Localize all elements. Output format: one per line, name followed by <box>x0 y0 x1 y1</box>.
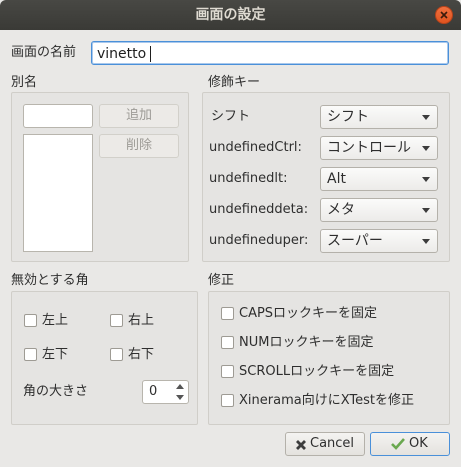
chevron-down-icon <box>422 177 430 182</box>
top-left-label: 左上 <box>42 313 69 328</box>
corner-size-value: 0 <box>149 384 158 399</box>
bottom-left-label: 左下 <box>42 347 69 362</box>
dead-corners-section-title: 無効とする角 <box>11 273 89 288</box>
top-left-checkbox[interactable] <box>24 314 37 327</box>
cancel-button[interactable]: Cancel <box>285 432 365 456</box>
chevron-down-icon <box>422 208 430 213</box>
ok-label: OK <box>409 436 428 451</box>
bottom-left-checkbox[interactable] <box>24 348 37 361</box>
alias-section-title: 別名 <box>11 75 38 90</box>
scroll-lock-checkbox[interactable] <box>221 365 234 378</box>
modifier-value-alt: Alt <box>327 171 346 187</box>
top-right-label: 右上 <box>128 313 155 328</box>
modifier-select-shift[interactable]: シフト <box>320 105 438 129</box>
corner-size-spinner[interactable]: 0 <box>142 380 189 404</box>
caps-lock-checkbox[interactable] <box>221 307 234 320</box>
modifier-select-alt[interactable]: Alt <box>320 167 438 191</box>
modifiers-section-title: 修飾キー <box>208 75 261 90</box>
bottom-right-checkbox[interactable] <box>110 348 123 361</box>
alias-list[interactable] <box>23 134 93 252</box>
modifier-value-super: スーパー <box>327 233 383 249</box>
modifier-label-ctrl: undefinedCtrl: <box>209 140 302 155</box>
screen-name-value: vinetto <box>97 46 147 62</box>
close-icon <box>440 11 448 19</box>
ok-button[interactable]: OK <box>370 432 450 456</box>
num-lock-label: NUMロックキーを固定 <box>239 335 374 350</box>
screen-name-label: 画面の名前 <box>11 45 77 60</box>
modifier-select-ctrl[interactable]: コントロール <box>320 136 438 160</box>
modifier-label-shift: シフト <box>211 109 251 124</box>
modifier-value-shift: シフト <box>327 109 369 125</box>
delete-alias-button[interactable]: 削除 <box>99 134 179 158</box>
modifier-select-meta[interactable]: メタ <box>320 198 438 222</box>
add-alias-button[interactable]: 追加 <box>99 104 179 128</box>
modifier-select-super[interactable]: スーパー <box>320 229 438 253</box>
modifier-label-alt: undefinedlt: <box>209 171 288 186</box>
top-right-checkbox[interactable] <box>110 314 123 327</box>
close-button[interactable] <box>435 6 453 24</box>
modifier-label-meta: undefineddeta: <box>209 202 309 217</box>
cancel-icon <box>296 440 306 450</box>
corner-size-label: 角の大きさ <box>23 384 89 399</box>
modifier-value-ctrl: コントロール <box>327 140 411 156</box>
chevron-down-icon <box>422 115 430 120</box>
window-title: 画面の設定 <box>195 7 266 23</box>
xinerama-xtest-checkbox[interactable] <box>221 394 234 407</box>
checkmark-icon <box>391 438 405 450</box>
alias-input[interactable] <box>23 104 93 128</box>
text-cursor <box>150 46 151 62</box>
cancel-label: Cancel <box>310 436 355 451</box>
caps-lock-label: CAPSロックキーを固定 <box>239 306 378 321</box>
dead-corners-panel <box>11 291 198 425</box>
increment-icon[interactable] <box>176 384 184 389</box>
modifier-value-meta: メタ <box>327 202 355 218</box>
decrement-icon[interactable] <box>176 395 184 400</box>
screen-name-input[interactable]: vinetto <box>91 41 449 65</box>
bottom-right-label: 右下 <box>128 347 155 362</box>
num-lock-checkbox[interactable] <box>221 336 234 349</box>
chevron-down-icon <box>422 146 430 151</box>
xinerama-xtest-label: Xinerama向けにXTestを修正 <box>239 393 414 408</box>
fixes-section-title: 修正 <box>208 273 235 288</box>
scroll-lock-label: SCROLLロックキーを固定 <box>239 364 395 379</box>
chevron-down-icon <box>422 239 430 244</box>
modifier-label-super: undefineduper: <box>209 233 309 248</box>
